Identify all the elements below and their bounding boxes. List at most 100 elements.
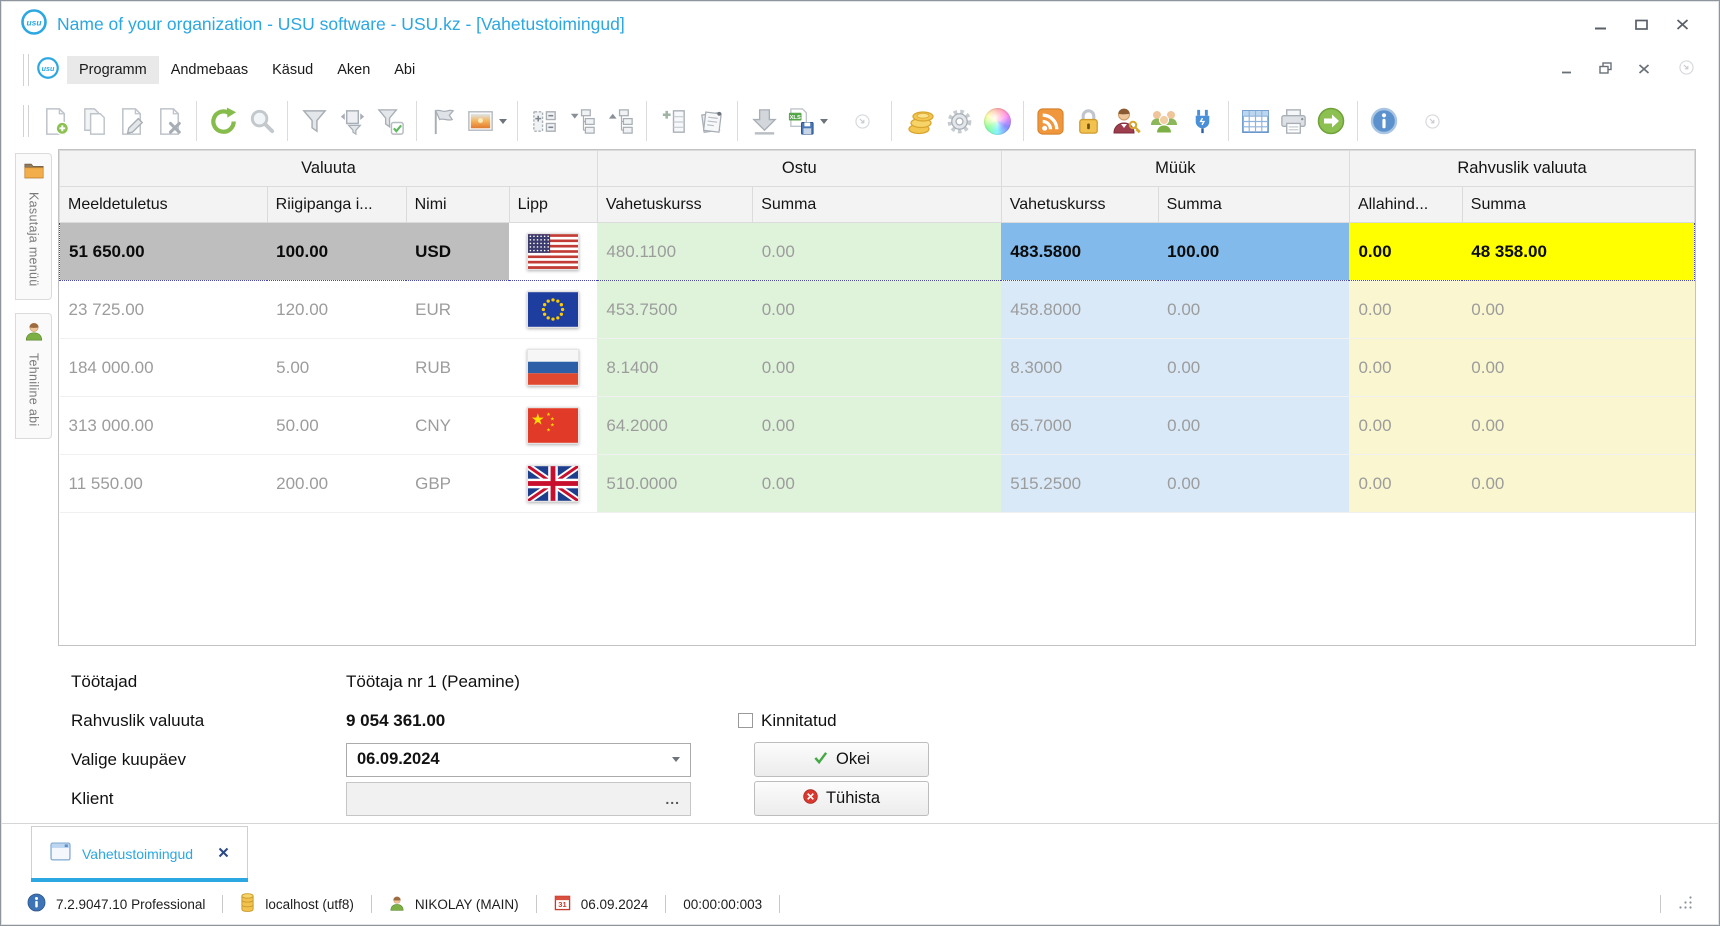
grid-cell[interactable]: 510.0000 xyxy=(597,455,752,513)
grid-cell[interactable]: 480.1100 xyxy=(597,223,752,281)
grid-cell[interactable]: 65.7000 xyxy=(1001,397,1158,455)
image-dropdown-caret-icon[interactable] xyxy=(499,119,507,124)
menu-item-programm[interactable]: Programm xyxy=(67,56,159,84)
client-field[interactable]: ... xyxy=(346,782,691,816)
group-header-muuk[interactable]: Müük xyxy=(1001,151,1349,187)
grid-row-eur[interactable]: 23 725.00120.00EUR453.75000.00458.80000.… xyxy=(60,281,1695,339)
toolbar-overflow-right-button[interactable] xyxy=(1413,100,1451,142)
menu-item-käsud[interactable]: Käsud xyxy=(260,56,325,84)
grid-row-gbp[interactable]: 11 550.00200.00GBP510.00000.00515.25000.… xyxy=(60,455,1695,513)
grid-cell[interactable]: 200.00 xyxy=(267,455,406,513)
grid-cell[interactable]: 0.00 xyxy=(1158,281,1349,339)
documents-button[interactable] xyxy=(692,100,730,142)
grid-row-cny[interactable]: 313 000.0050.00CNY★★★★★64.20000.0065.700… xyxy=(60,397,1695,455)
grid-cell[interactable]: 0.00 xyxy=(1158,339,1349,397)
grid-cell[interactable]: 5.00 xyxy=(267,339,406,397)
filter-columns-button[interactable] xyxy=(333,100,371,142)
grid-cell[interactable]: 0.00 xyxy=(1462,281,1694,339)
sidebar-tab-user-menu[interactable]: Kasutaja menüü xyxy=(15,153,52,300)
grid-cell[interactable]: 0.00 xyxy=(753,281,1002,339)
col-header-allahind[interactable]: Allahind... xyxy=(1349,187,1462,223)
grid-cell[interactable]: 0.00 xyxy=(753,397,1002,455)
col-header-rah-summa[interactable]: Summa xyxy=(1462,187,1694,223)
maximize-button[interactable] xyxy=(1634,18,1648,30)
grid-cell[interactable]: 0.00 xyxy=(1349,397,1462,455)
grid-cell[interactable]: RUB xyxy=(406,339,509,397)
ok-button[interactable]: Okei xyxy=(754,742,929,777)
menu-overflow-icon[interactable] xyxy=(1676,57,1697,83)
grid-cell[interactable]: 0.00 xyxy=(1349,455,1462,513)
info-button[interactable] xyxy=(1365,100,1403,142)
grid-cell[interactable]: 8.3000 xyxy=(1001,339,1158,397)
menu-item-abi[interactable]: Abi xyxy=(382,56,427,84)
grid-cell[interactable]: 458.8000 xyxy=(1001,281,1158,339)
browse-button[interactable]: ... xyxy=(655,791,690,807)
settings-gear-button[interactable] xyxy=(940,100,978,142)
close-button[interactable] xyxy=(1675,18,1689,30)
us-flag-icon[interactable] xyxy=(509,223,597,281)
copy-document-button[interactable] xyxy=(75,100,113,142)
expand-tree-button[interactable] xyxy=(563,100,601,142)
grid-cell[interactable]: 0.00 xyxy=(1462,397,1694,455)
grid-cell[interactable]: USD xyxy=(406,223,509,281)
grid-cell[interactable]: 48 358.00 xyxy=(1462,223,1694,281)
grid-cell[interactable]: 8.1400 xyxy=(597,339,752,397)
table-grid-button[interactable] xyxy=(1236,100,1274,142)
toolbar-overflow-left-button[interactable] xyxy=(843,100,881,142)
filter-confirm-button[interactable] xyxy=(371,100,409,142)
lock-button[interactable] xyxy=(1069,100,1107,142)
grid-cell[interactable]: 11 550.00 xyxy=(60,455,268,513)
rss-button[interactable] xyxy=(1031,100,1069,142)
col-header-meeldetuletus[interactable]: Meeldetuletus xyxy=(60,187,268,223)
menu-item-aken[interactable]: Aken xyxy=(325,56,382,84)
tab-vahetustoimingud[interactable]: Vahetustoimingud xyxy=(31,826,248,881)
grid-cell[interactable]: 100.00 xyxy=(267,223,406,281)
cn-flag-icon[interactable]: ★★★★★ xyxy=(509,397,597,455)
delete-document-button[interactable] xyxy=(151,100,189,142)
grid-cell[interactable]: 0.00 xyxy=(753,339,1002,397)
group-header-valuuta[interactable]: Valuuta xyxy=(60,151,598,187)
download-button[interactable] xyxy=(745,100,783,142)
search-button[interactable] xyxy=(242,100,280,142)
grid-cell[interactable]: 0.00 xyxy=(1349,339,1462,397)
grid-row-rub[interactable]: 184 000.005.00RUB8.14000.008.30000.000.0… xyxy=(60,339,1695,397)
grid-cell[interactable]: 0.00 xyxy=(1349,281,1462,339)
grid-row-usd[interactable]: 51 650.00100.00USD480.11000.00483.580010… xyxy=(60,223,1695,281)
filter-button[interactable] xyxy=(295,100,333,142)
plugin-button[interactable] xyxy=(1183,100,1221,142)
go-arrow-button[interactable] xyxy=(1312,100,1350,142)
menu-item-andmebaas[interactable]: Andmebaas xyxy=(159,56,260,84)
date-dropdown[interactable]: 06.09.2024 xyxy=(346,743,691,777)
refresh-button[interactable] xyxy=(204,100,242,142)
resize-grip-icon[interactable] xyxy=(1678,895,1693,913)
col-header-lipp[interactable]: Lipp xyxy=(509,187,597,223)
col-header-nimi[interactable]: Nimi xyxy=(406,187,509,223)
grid-cell[interactable]: 0.00 xyxy=(1349,223,1462,281)
col-header-riigipanga[interactable]: Riigipanga i... xyxy=(267,187,406,223)
ru-flag-icon[interactable] xyxy=(509,339,597,397)
grid-cell[interactable]: 0.00 xyxy=(1462,455,1694,513)
new-document-button[interactable] xyxy=(37,100,75,142)
group-header-rahvuslik[interactable]: Rahvuslik valuuta xyxy=(1349,151,1694,187)
confirmed-checkbox[interactable] xyxy=(738,713,753,728)
col-header-muuk-vahetuskurss[interactable]: Vahetuskurss xyxy=(1001,187,1158,223)
mdi-minimize-button[interactable] xyxy=(1561,61,1573,79)
collapse-tree-button[interactable] xyxy=(601,100,639,142)
col-header-ostu-vahetuskurss[interactable]: Vahetuskurss xyxy=(597,187,752,223)
grid-cell[interactable]: 313 000.00 xyxy=(60,397,268,455)
grid-cell[interactable]: 0.00 xyxy=(1158,397,1349,455)
export-xls-button[interactable]: XLS xyxy=(783,100,831,142)
user-permissions-button[interactable] xyxy=(1107,100,1145,142)
export-dropdown-caret-icon[interactable] xyxy=(820,119,828,124)
eu-flag-icon[interactable] xyxy=(509,281,597,339)
grid-cell[interactable]: GBP xyxy=(406,455,509,513)
grid-cell[interactable]: 483.5800 xyxy=(1001,223,1158,281)
color-sphere-button[interactable] xyxy=(978,100,1016,142)
print-button[interactable] xyxy=(1274,100,1312,142)
grid-cell[interactable]: 0.00 xyxy=(753,223,1002,281)
sidebar-tab-tech-help[interactable]: Tehniline abi xyxy=(15,313,52,439)
mdi-close-button[interactable] xyxy=(1638,61,1650,79)
grid-cell[interactable]: 0.00 xyxy=(753,455,1002,513)
grid-cell[interactable]: 0.00 xyxy=(1462,339,1694,397)
edit-document-button[interactable] xyxy=(113,100,151,142)
